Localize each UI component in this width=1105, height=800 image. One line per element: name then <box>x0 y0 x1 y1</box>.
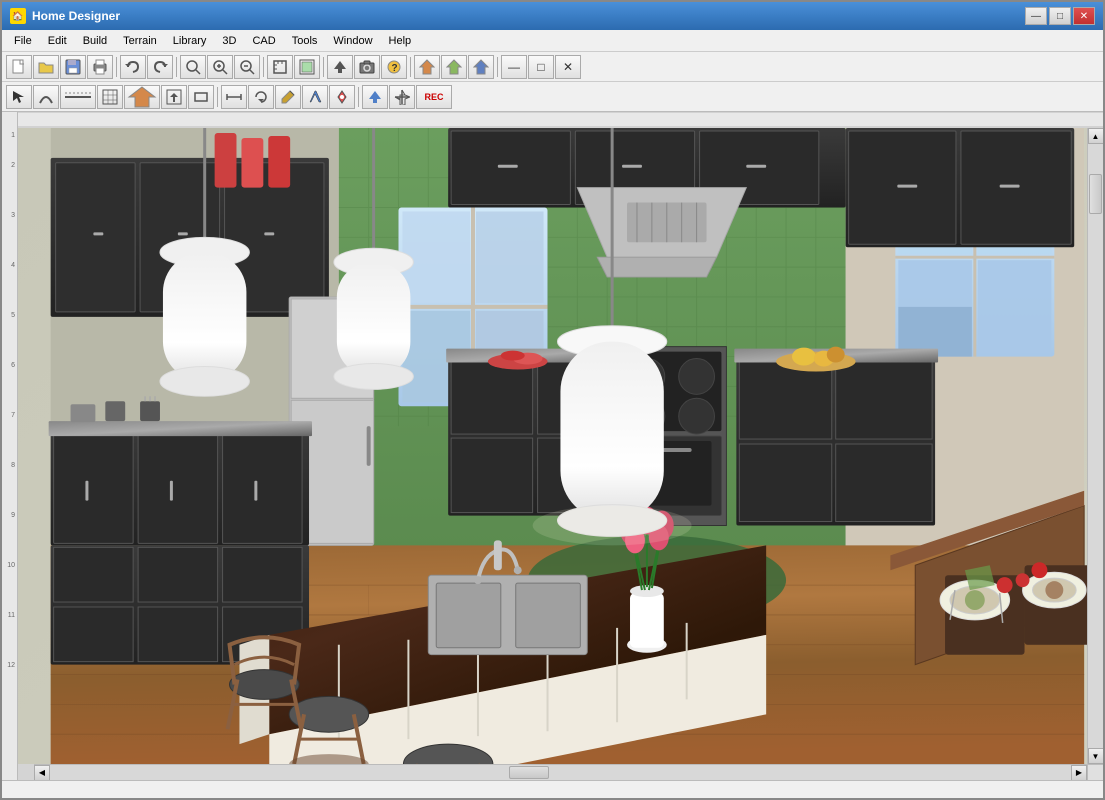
measure-button[interactable] <box>221 85 247 109</box>
scroll-thumb-right[interactable] <box>1089 174 1102 214</box>
menu-library[interactable]: Library <box>165 33 215 49</box>
canvas-area[interactable]: ▲ ▼ ◀ ▶ <box>18 112 1103 780</box>
arrow-up-button[interactable] <box>327 55 353 79</box>
menu-window[interactable]: Window <box>325 33 380 49</box>
curve-tool-button[interactable] <box>33 85 59 109</box>
zoom-in-button[interactable] <box>207 55 233 79</box>
toolbar-2: REC <box>2 82 1103 112</box>
save-button[interactable] <box>60 55 86 79</box>
close-button[interactable]: ✕ <box>1073 7 1095 25</box>
menu-file[interactable]: File <box>6 33 40 49</box>
line-tool-button[interactable] <box>60 85 96 109</box>
scroll-corner <box>1087 764 1103 780</box>
separator-6 <box>497 57 498 77</box>
fill-button[interactable] <box>294 55 320 79</box>
ruler-left: 1 2 3 4 5 6 7 8 9 10 11 12 <box>2 112 18 780</box>
3d-scene[interactable] <box>18 128 1087 764</box>
status-bar <box>2 780 1103 798</box>
menu-help[interactable]: Help <box>381 33 420 49</box>
color-button[interactable] <box>329 85 355 109</box>
close-pane-button[interactable]: ✕ <box>555 55 581 79</box>
menu-terrain[interactable]: Terrain <box>115 33 165 49</box>
window-controls: — □ ✕ <box>1025 7 1095 25</box>
help-button[interactable]: ? <box>381 55 407 79</box>
menu-3d[interactable]: 3D <box>214 33 244 49</box>
select-tool-button[interactable] <box>6 85 32 109</box>
print-button[interactable] <box>87 55 113 79</box>
scroll-right-arrow[interactable]: ▶ <box>1071 765 1087 781</box>
rectangle-tool-button[interactable] <box>188 85 214 109</box>
toolbar-1: ? — □ ✕ <box>2 52 1103 82</box>
draw-button[interactable] <box>302 85 328 109</box>
title-bar: 🏠 Home Designer — □ ✕ <box>2 2 1103 30</box>
separator-4 <box>323 57 324 77</box>
terrain-view-button[interactable] <box>441 55 467 79</box>
app-icon: 🏠 <box>10 8 26 24</box>
menu-cad[interactable]: CAD <box>244 33 283 49</box>
separator-7 <box>217 87 218 107</box>
main-area: 1 2 3 4 5 6 7 8 9 10 11 12 <box>2 112 1103 780</box>
fit-button[interactable] <box>267 55 293 79</box>
restore-button[interactable]: □ <box>528 55 554 79</box>
separator-8 <box>358 87 359 107</box>
separator-2 <box>176 57 177 77</box>
maximize-button[interactable]: □ <box>1049 7 1071 25</box>
menu-tools[interactable]: Tools <box>284 33 326 49</box>
rotate-button[interactable] <box>248 85 274 109</box>
separator-3 <box>263 57 264 77</box>
camera-button[interactable] <box>354 55 380 79</box>
scroll-track-bottom[interactable] <box>50 765 1071 780</box>
up-arrow-button[interactable] <box>362 85 388 109</box>
scroll-track-right[interactable] <box>1088 144 1103 748</box>
ruler-top <box>18 112 1103 128</box>
svg-text:?: ? <box>392 63 398 74</box>
scrollbar-right[interactable]: ▲ ▼ <box>1087 128 1103 764</box>
minimize-button[interactable]: — <box>1025 7 1047 25</box>
cross-button[interactable] <box>389 85 415 109</box>
new-button[interactable] <box>6 55 32 79</box>
zoom-out-button[interactable] <box>234 55 260 79</box>
menu-bar: File Edit Build Terrain Library 3D CAD T… <box>2 30 1103 52</box>
menu-edit[interactable]: Edit <box>40 33 75 49</box>
zoom-button[interactable] <box>180 55 206 79</box>
scroll-down-arrow[interactable]: ▼ <box>1088 748 1104 764</box>
minimize-window-button[interactable]: — <box>501 55 527 79</box>
record-button[interactable]: REC <box>416 85 452 109</box>
main-window: 🏠 Home Designer — □ ✕ File Edit Build Te… <box>0 0 1105 800</box>
edit-button[interactable] <box>275 85 301 109</box>
redo-button[interactable] <box>147 55 173 79</box>
scrollbar-bottom[interactable]: ◀ ▶ <box>34 764 1087 780</box>
separator-5 <box>410 57 411 77</box>
save-tool-button[interactable] <box>161 85 187 109</box>
undo-button[interactable] <box>120 55 146 79</box>
scroll-up-arrow[interactable]: ▲ <box>1088 128 1104 144</box>
grid-tool-button[interactable] <box>97 85 123 109</box>
menu-build[interactable]: Build <box>75 33 115 49</box>
structure-button[interactable] <box>124 85 160 109</box>
window-title: Home Designer <box>32 9 1025 23</box>
scroll-left-arrow[interactable]: ◀ <box>34 765 50 781</box>
build-view-button[interactable] <box>468 55 494 79</box>
open-button[interactable] <box>33 55 59 79</box>
separator-1 <box>116 57 117 77</box>
house-button[interactable] <box>414 55 440 79</box>
scroll-thumb-bottom[interactable] <box>509 766 549 779</box>
